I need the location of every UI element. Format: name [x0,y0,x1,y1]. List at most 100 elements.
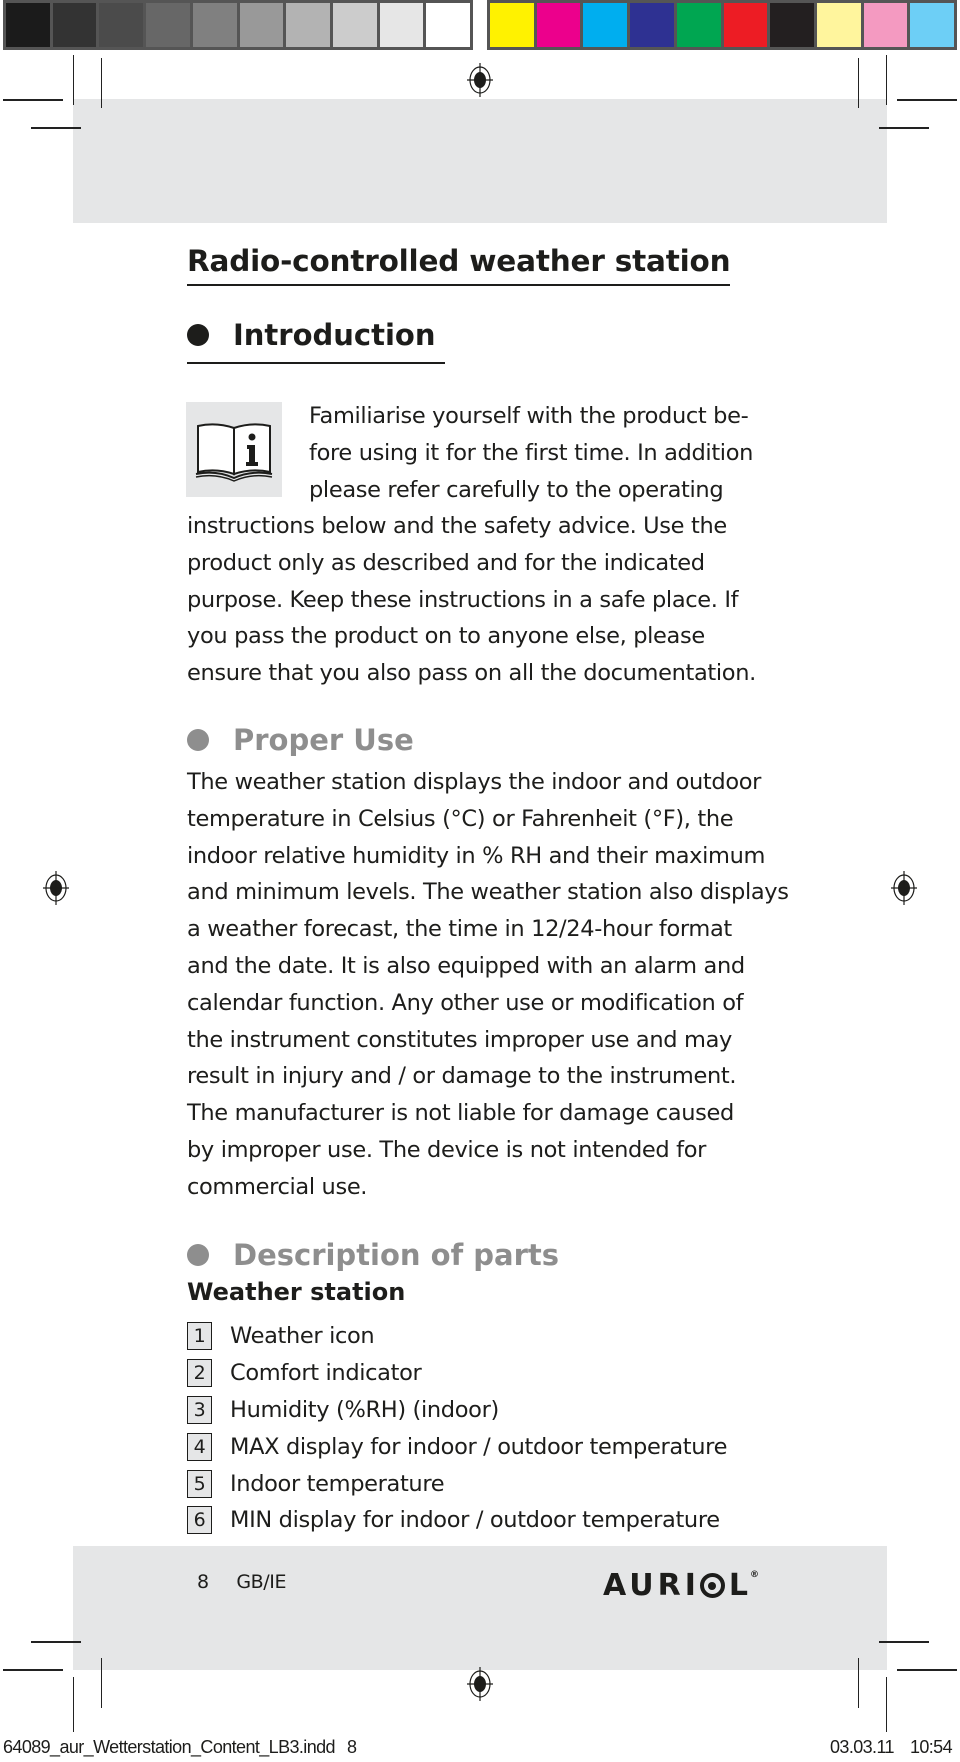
text-line: The manufacturer is not liable for damag… [187,1100,734,1127]
grey-swatch [332,3,377,47]
text-line: indoor relative humidity in % RH and the… [187,842,766,869]
crop-mark [3,99,63,101]
page-footer: 8 GB/IE [197,1571,287,1593]
registration-mark-icon [43,871,69,905]
grey-color-bar [3,0,473,50]
text-line: and the date. It is also equipped with a… [187,952,745,979]
document-title: Radio-controlled weather station [187,244,731,286]
list-item: 5 Indoor temperature [187,1465,727,1502]
text-line: the instrument constitutes improper use … [187,1026,732,1053]
parts-list: 1 Weather icon 2 Comfort indicator 3 Hum… [187,1318,727,1539]
crop-mark [858,1658,859,1708]
text-line: a weather forecast, the time in 12/24-ho… [187,916,732,943]
list-item: 3 Humidity (%RH) (indoor) [187,1392,727,1429]
text-line: ensure that you also pass on all the doc… [187,660,756,687]
text-line: you pass the product on to anyone else, … [187,623,705,650]
section-heading-label: Proper Use [233,723,414,757]
crop-mark [886,1677,887,1732]
info-book-icon [186,402,282,497]
text-line: product only as described and for the in… [187,549,705,576]
part-label: MAX display for indoor / outdoor tempera… [230,1433,728,1460]
registered-trademark-icon: ® [750,1570,760,1580]
process-color-bar [487,0,957,50]
text-line: please refer carefully to the operating [309,476,724,503]
grey-swatch [239,3,284,47]
crop-mark [3,1669,63,1671]
part-label: Comfort indicator [230,1360,422,1387]
section-heading-label: Introduction [233,318,436,352]
section-heading-description-of-parts: Description of parts [187,1238,559,1272]
text-line: result in injury and / or damage to the … [187,1063,737,1090]
registration-mark-icon [467,63,493,97]
subheading-weather-station: Weather station [187,1278,406,1306]
crop-mark [101,58,102,108]
color-swatch [630,3,674,47]
footer-panel [73,1546,887,1670]
heading-underline [187,362,445,364]
slug-date: 03.03.11 [830,1737,895,1757]
part-number-badge: 4 [187,1432,212,1461]
color-swatch [490,3,534,47]
crop-mark [879,1641,929,1643]
registration-mark-icon [467,1667,493,1701]
text-line: and minimum levels. The weather station … [187,879,789,906]
crop-mark [73,1677,74,1732]
crop-mark [879,127,929,129]
text-line: temperature in Celsius (°C) or Fahrenhei… [187,805,734,832]
language-code: GB/IE [236,1571,287,1593]
proper-use-text: The weather station displays the indoor … [187,764,789,1206]
text-line: The weather station displays the indoor … [187,769,762,795]
introduction-text: instructions below and the safety advice… [187,508,756,692]
auriol-logo: AURI L ® [603,1568,759,1603]
list-item: 2 Comfort indicator [187,1355,727,1392]
list-item: 1 Weather icon [187,1318,727,1355]
logo-target-icon [699,1573,725,1598]
crop-mark [31,127,81,129]
grey-swatch [52,3,97,47]
part-label: Weather icon [230,1323,375,1350]
crop-mark [897,1669,957,1671]
crop-mark [31,1641,81,1643]
grey-swatch [146,3,190,47]
crop-mark [897,99,957,101]
part-number-badge: 1 [187,1322,212,1351]
section-heading-introduction: Introduction [187,318,436,352]
color-swatch [723,3,768,47]
color-swatch [863,3,908,47]
slug-time: 10:54 [909,1737,953,1757]
crop-mark [886,55,887,105]
crop-mark [73,55,74,105]
color-swatch [816,3,861,47]
color-swatch [676,3,721,47]
crop-mark [858,58,859,108]
logo-text: L [728,1568,753,1603]
part-label: Humidity (%RH) (indoor) [230,1396,499,1423]
grey-swatch [99,3,144,47]
logo-text: AURI [603,1568,700,1603]
part-label: Indoor temperature [230,1470,445,1497]
color-swatch [536,3,581,47]
list-item: 4 MAX display for indoor / outdoor tempe… [187,1428,727,1465]
text-line: instructions below and the safety advice… [187,513,727,539]
grey-swatch [286,3,330,47]
slug-file-info: 64089_aur_Wetterstation_Content_LB3.indd… [3,1737,357,1758]
text-line: by improper use. The device is not inten… [187,1136,707,1163]
slug-timestamp: 03.03.11 10:54 [830,1737,953,1758]
text-line: calendar function. Any other use or modi… [187,989,744,1016]
text-line: Familiarise yourself with the product be… [309,403,749,429]
section-heading-proper-use: Proper Use [187,723,414,757]
part-label: MIN display for indoor / outdoor tempera… [230,1507,720,1534]
part-number-badge: 2 [187,1359,212,1388]
color-swatch [910,3,955,47]
text-line: purpose. Keep these instructions in a sa… [187,586,739,613]
bullet-icon [187,1244,209,1266]
list-item: 6 MIN display for indoor / outdoor tempe… [187,1502,727,1539]
text-line: commercial use. [187,1173,368,1200]
part-number-badge: 3 [187,1395,212,1424]
bullet-icon [187,729,209,751]
introduction-text-wrapped: Familiarise yourself with the product be… [309,398,753,508]
registration-mark-icon [891,871,917,905]
crop-mark [101,1658,102,1708]
slug-filename: 64089_aur_Wetterstation_Content_LB3.indd [3,1737,336,1757]
part-number-badge: 5 [187,1469,212,1498]
